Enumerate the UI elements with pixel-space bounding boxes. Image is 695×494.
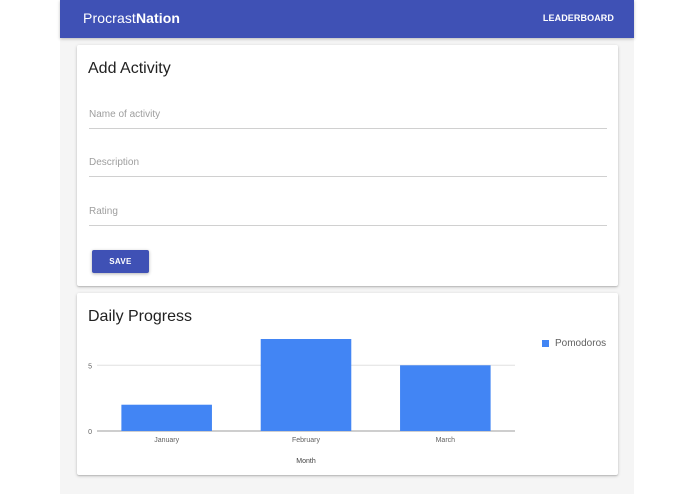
- chart-legend: Pomodoros: [542, 338, 606, 349]
- legend-label-pomodoros: Pomodoros: [555, 338, 607, 349]
- rating-input[interactable]: [89, 201, 607, 222]
- bar-january: [121, 404, 212, 431]
- daily-progress-card: Daily Progress 0 5 January February March Mon…: [77, 293, 618, 475]
- activity-name-input[interactable]: [89, 104, 607, 125]
- leaderboard-link[interactable]: LEADERBOARD: [543, 13, 614, 23]
- y-tick-label: 0: [88, 429, 92, 436]
- description-input[interactable]: [89, 152, 607, 173]
- legend-swatch-pomodoros: [542, 340, 549, 347]
- description-field: [89, 152, 607, 177]
- add-activity-title: Add Activity: [88, 60, 171, 77]
- activity-name-field: [89, 104, 607, 129]
- bar-march: [400, 365, 491, 431]
- x-tick-label: January: [154, 437, 179, 444]
- rating-field: [89, 201, 607, 226]
- y-tick-label: 5: [88, 363, 92, 370]
- app-bar: ProcrastNation LEADERBOARD: [60, 0, 634, 38]
- bar-february: [260, 339, 352, 431]
- add-activity-card: Add Activity SAVE: [77, 45, 618, 286]
- brand-suffix: Nation: [135, 10, 181, 26]
- save-button[interactable]: SAVE: [92, 250, 149, 273]
- brand-logo[interactable]: ProcrastNation: [83, 10, 180, 26]
- brand-prefix: Procrast: [83, 10, 136, 26]
- progress-chart: 0 5 January February March Month: [88, 339, 515, 465]
- x-tick-label: March: [436, 437, 456, 444]
- app-container: ProcrastNation LEADERBOARD Add Activity …: [60, 0, 634, 494]
- x-axis-label: Month: [296, 458, 316, 465]
- x-tick-label: February: [292, 437, 321, 444]
